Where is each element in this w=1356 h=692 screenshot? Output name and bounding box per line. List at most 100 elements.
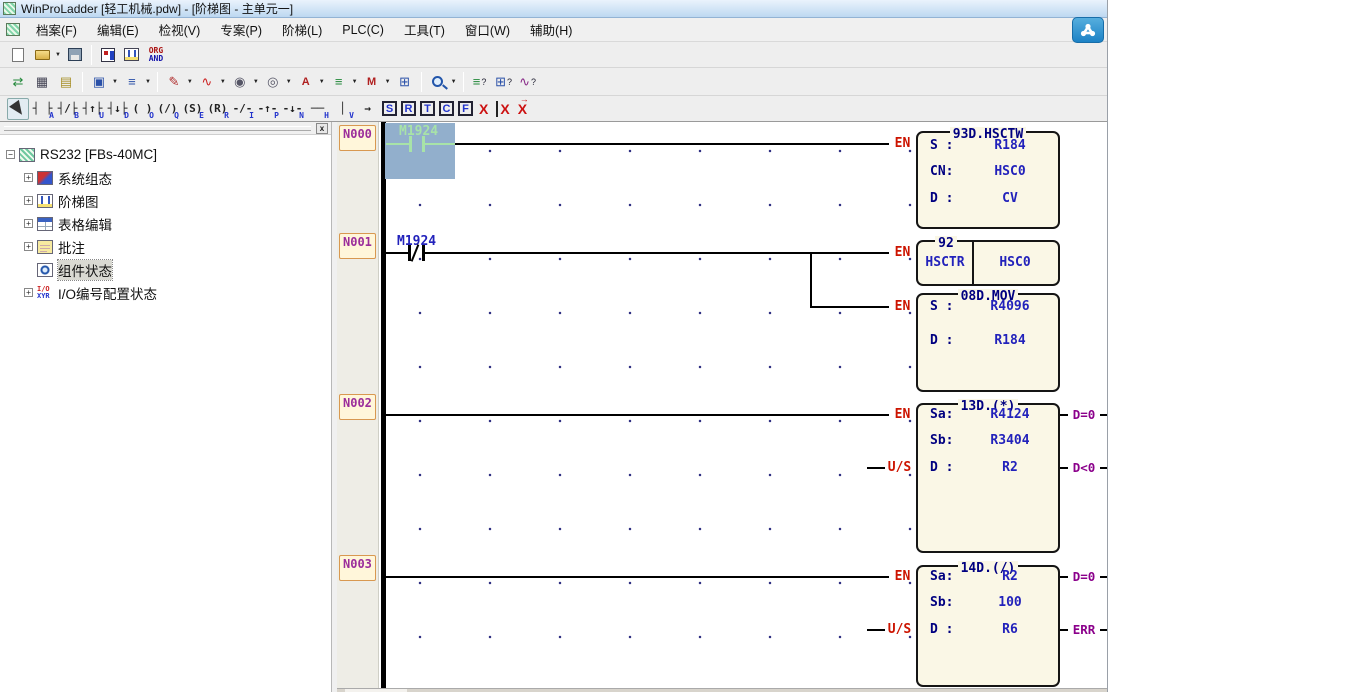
menu-plc[interactable]: PLC(C) <box>332 21 394 39</box>
coil-negated-tool[interactable]: (/)Q <box>155 98 180 120</box>
ladder-row-caret[interactable]: ▼ <box>145 79 151 85</box>
edit-component-button[interactable]: ✎ <box>163 71 185 93</box>
network-label-n003[interactable]: N003 <box>339 555 376 581</box>
coil-set-tool[interactable]: (S)E <box>180 98 205 120</box>
tree-root[interactable]: − RS232 [FBs-40MC] <box>6 143 331 166</box>
invert-tool[interactable]: -/-I <box>230 98 255 120</box>
new-file-button[interactable] <box>7 44 29 66</box>
function-block-mov[interactable]: 08D.MOV S : R4096 D : R184 <box>916 293 1060 392</box>
query-contact-button[interactable]: ∿? <box>517 71 539 93</box>
query-ladder-button[interactable]: ⊞? <box>493 71 515 93</box>
ladder-editor[interactable]: N000 N001 N002 N003 M1924 EN 93D.HSCTW S… <box>337 122 1107 692</box>
block-cell[interactable]: HSC0 <box>972 255 1058 270</box>
menu-edit[interactable]: 编辑(E) <box>87 18 149 41</box>
delete-network-button[interactable]: →X <box>518 101 527 117</box>
param-value[interactable]: R184 <box>974 138 1046 153</box>
param-value[interactable]: CV <box>974 191 1046 206</box>
expand-box-icon[interactable]: + <box>24 173 33 182</box>
expand-box-icon[interactable]: + <box>24 242 33 251</box>
delete-element-button[interactable]: X <box>479 101 488 117</box>
tree-item-system-config[interactable]: + 系统组态 <box>6 166 331 189</box>
ladder-row-button[interactable]: ≡ <box>121 71 143 93</box>
component-m-caret[interactable]: ▼ <box>385 79 391 85</box>
network-label-n000[interactable]: N000 <box>339 125 376 151</box>
open-file-button[interactable] <box>31 44 53 66</box>
monitor-table-button[interactable] <box>97 44 119 66</box>
panel-grip[interactable] <box>4 126 311 131</box>
param-value[interactable]: HSC0 <box>974 164 1046 179</box>
edit-component-caret[interactable]: ▼ <box>187 79 193 85</box>
tree-item-component-status[interactable]: 组件状态 <box>6 258 331 281</box>
network-label-n002[interactable]: N002 <box>339 394 376 420</box>
step-s-button[interactable]: S <box>382 101 397 116</box>
relay-r-button[interactable]: R <box>401 101 416 116</box>
collapse-box-icon[interactable]: − <box>6 150 15 159</box>
hscrollbar-track[interactable] <box>337 688 1107 692</box>
motor-config-button[interactable]: ◉ <box>229 71 251 93</box>
overlay-widget-button[interactable] <box>1072 17 1104 43</box>
coil-reset-tool[interactable]: (R)R <box>205 98 230 120</box>
param-value[interactable]: R4096 <box>974 299 1046 314</box>
ladder-window-button[interactable] <box>121 44 143 66</box>
reference-book-button[interactable]: ▤ <box>55 71 77 93</box>
contact-no-tool[interactable]: ┤ ├A <box>30 98 55 120</box>
status-list-button[interactable]: ≡ <box>328 71 350 93</box>
param-value[interactable]: R4124 <box>974 407 1046 422</box>
param-value[interactable]: 100 <box>974 595 1046 610</box>
expand-box-icon[interactable]: + <box>24 219 33 228</box>
component-a-button[interactable]: A <box>295 71 317 93</box>
param-value[interactable]: R184 <box>974 333 1046 348</box>
instruction-mode-button[interactable]: ORG AND <box>145 44 167 66</box>
component-signal-button[interactable]: ∿ <box>196 71 218 93</box>
table-shortcut-button[interactable]: ⊞ <box>394 71 416 93</box>
param-value[interactable]: R3404 <box>974 433 1046 448</box>
save-button[interactable] <box>64 44 86 66</box>
arrow-tool[interactable]: → <box>355 98 380 120</box>
motor-button[interactable]: ◎ <box>262 71 284 93</box>
contact-nc-tool[interactable]: ┤/├B <box>55 98 80 120</box>
tree-item-table-edit[interactable]: + 表格编辑 <box>6 212 331 235</box>
vline-tool[interactable]: │V <box>330 98 355 120</box>
function-f-button[interactable]: F <box>458 101 473 116</box>
convert-ladder-button[interactable]: ⇄ <box>7 71 29 93</box>
mdi-child-icon[interactable] <box>6 23 20 36</box>
edge-up-tool[interactable]: -↑-P <box>255 98 280 120</box>
block-cell[interactable]: HSCTR <box>918 255 972 270</box>
ic-chip-button[interactable]: ▦ <box>31 71 53 93</box>
contact-label[interactable]: M1924 <box>399 124 438 139</box>
contact-no-symbol[interactable] <box>409 136 412 152</box>
network-block-button[interactable]: ▣ <box>88 71 110 93</box>
edge-down-tool[interactable]: -↓-N <box>280 98 305 120</box>
motor-caret[interactable]: ▼ <box>286 79 292 85</box>
delete-vline-button[interactable]: X <box>496 101 509 117</box>
menu-help[interactable]: 辅助(H) <box>520 18 582 41</box>
select-cursor-button[interactable] <box>7 98 29 120</box>
close-panel-button[interactable]: x <box>316 123 328 134</box>
open-dropdown-caret[interactable]: ▼ <box>55 52 61 58</box>
network-label-n001[interactable]: N001 <box>339 233 376 259</box>
motor-config-caret[interactable]: ▼ <box>253 79 259 85</box>
tree-item-comment[interactable]: + 批注 <box>6 235 331 258</box>
component-m-button[interactable]: M <box>361 71 383 93</box>
function-block-multiply[interactable]: 13D.(*) Sa: R4124 Sb: R3404 D : R2 <box>916 403 1060 553</box>
contact-rising-tool[interactable]: ┤↑├U <box>80 98 105 120</box>
menu-project[interactable]: 专案(P) <box>210 18 272 41</box>
menu-view[interactable]: 检视(V) <box>149 18 211 41</box>
param-value[interactable]: R6 <box>974 622 1046 637</box>
coil-tool[interactable]: ( )O <box>130 98 155 120</box>
timer-t-button[interactable]: T <box>420 101 435 116</box>
component-signal-caret[interactable]: ▼ <box>220 79 226 85</box>
query-status-button[interactable]: ≡? <box>469 71 491 93</box>
menu-file[interactable]: 档案(F) <box>26 18 87 41</box>
network-block-caret[interactable]: ▼ <box>112 79 118 85</box>
find-button[interactable] <box>427 71 449 93</box>
menu-window[interactable]: 窗口(W) <box>455 18 520 41</box>
component-a-caret[interactable]: ▼ <box>319 79 325 85</box>
param-value[interactable]: R2 <box>974 569 1046 584</box>
menu-ladder[interactable]: 阶梯(L) <box>272 18 332 41</box>
hline-tool[interactable]: ──H <box>305 98 330 120</box>
tree-item-ladder-diagram[interactable]: + 阶梯图 <box>6 189 331 212</box>
param-value[interactable]: R2 <box>974 460 1046 475</box>
counter-c-button[interactable]: C <box>439 101 454 116</box>
status-list-caret[interactable]: ▼ <box>352 79 358 85</box>
